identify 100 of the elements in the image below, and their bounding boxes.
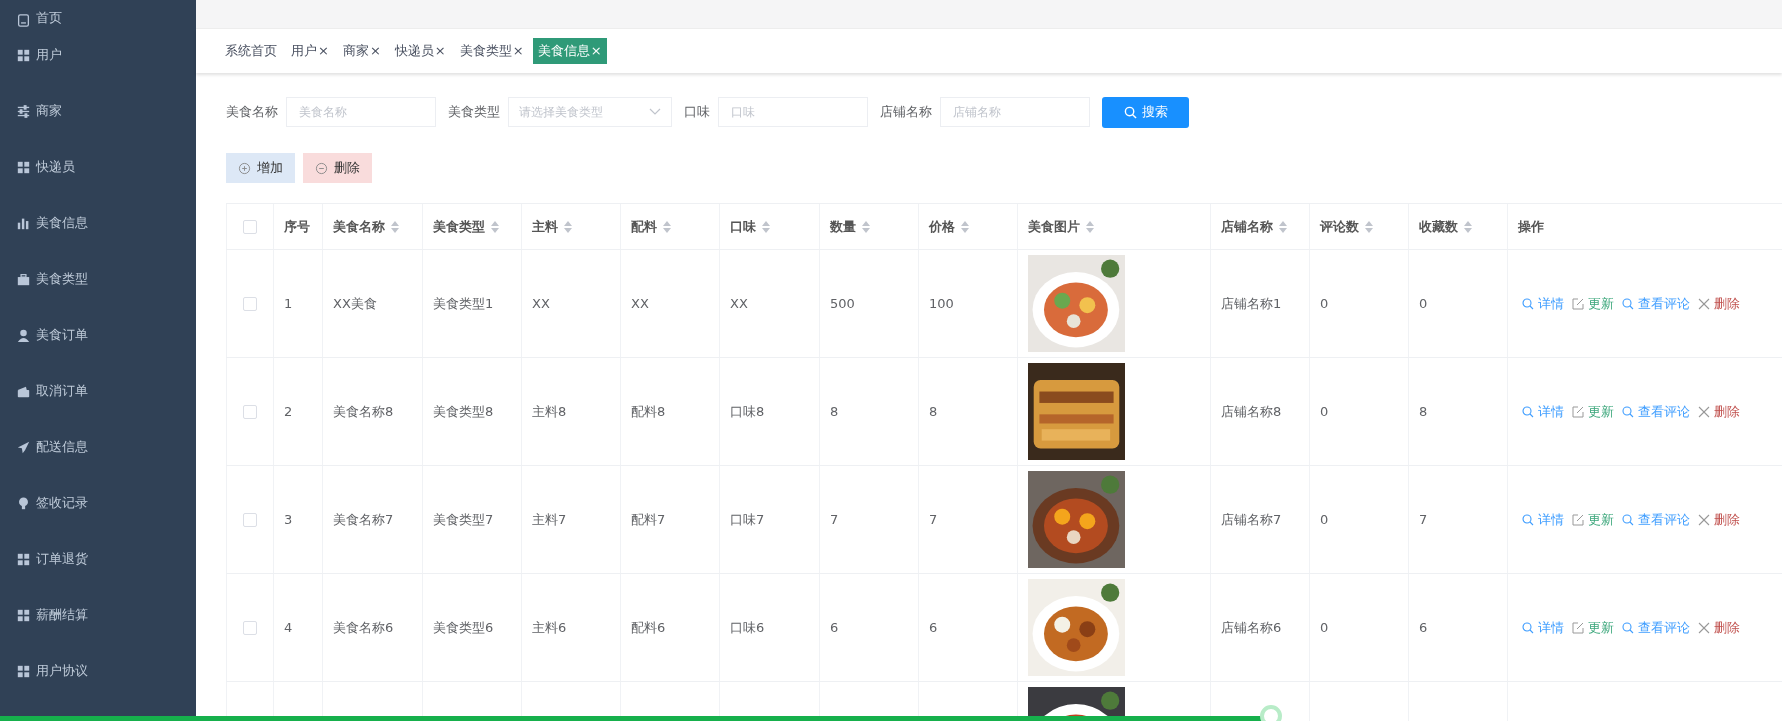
sidebar-item[interactable]: 商家 xyxy=(0,83,196,139)
close-icon[interactable]: × xyxy=(512,43,524,58)
progress-handle[interactable] xyxy=(1259,705,1282,721)
column-header: 美食类型 xyxy=(433,217,485,236)
sort-icon[interactable] xyxy=(1279,220,1287,233)
add-button[interactable]: 增加 xyxy=(226,153,295,183)
search-field[interactable]: 店铺名称 xyxy=(940,97,1090,127)
checkbox[interactable] xyxy=(243,404,257,419)
sort-icon[interactable] xyxy=(961,220,969,233)
sort-icon[interactable] xyxy=(762,220,770,233)
column-header: 配料 xyxy=(631,217,657,236)
table-cell: 店铺名称6 xyxy=(1221,618,1282,637)
sidebar-item[interactable]: 首页 xyxy=(0,0,196,27)
sort-icon[interactable] xyxy=(862,220,870,233)
sidebar-label: 用户 xyxy=(36,46,62,64)
sidebar-item[interactable]: 配送信息 xyxy=(0,419,196,475)
table-cell: 配料6 xyxy=(631,618,666,637)
sidebar-item[interactable]: 美食类型 xyxy=(0,251,196,307)
checkbox[interactable] xyxy=(243,512,257,527)
search-icon xyxy=(1522,405,1534,418)
sidebar-item[interactable]: 用户协议 xyxy=(0,643,196,699)
table-cell: 配料7 xyxy=(631,510,666,529)
paper-plane-icon xyxy=(17,440,30,454)
chevron-down-icon xyxy=(649,108,661,116)
tab[interactable]: 美食信息× xyxy=(532,38,607,64)
delete-link[interactable]: 删除 xyxy=(1698,618,1740,637)
sidebar-item[interactable]: 美食信息 xyxy=(0,195,196,251)
sort-icon[interactable] xyxy=(1365,220,1373,233)
table-cell: 口味6 xyxy=(730,618,765,637)
wallet-icon xyxy=(17,384,30,398)
tab[interactable]: 美食类型× xyxy=(454,38,529,64)
tab[interactable]: 用户× xyxy=(286,38,334,64)
tab[interactable]: 系统首页 xyxy=(220,38,282,64)
close-icon[interactable]: × xyxy=(318,43,329,58)
sidebar-label: 美食类型 xyxy=(36,270,88,288)
close-icon[interactable]: × xyxy=(369,43,381,58)
search-icon xyxy=(1522,513,1534,526)
person-icon xyxy=(17,328,30,342)
tab[interactable]: 商家× xyxy=(337,38,386,64)
table-cell: 美食名称7 xyxy=(333,510,394,529)
sort-icon[interactable] xyxy=(1086,220,1094,233)
sidebar-label: 快递员 xyxy=(36,158,75,176)
column-header: 口味 xyxy=(730,217,756,236)
table-cell: 美食名称8 xyxy=(333,402,394,421)
sidebar-label: 用户协议 xyxy=(36,662,88,680)
sidebar-item[interactable]: 订单退货 xyxy=(0,531,196,587)
checkbox[interactable] xyxy=(243,296,257,311)
search-field[interactable]: 美食名称 xyxy=(286,97,436,127)
table-cell: 美食名称6 xyxy=(333,618,394,637)
table-cell: 店铺名称8 xyxy=(1221,402,1282,421)
table-cell: 8 xyxy=(929,404,938,419)
delete-link[interactable]: 删除 xyxy=(1698,402,1740,421)
sort-icon[interactable] xyxy=(1464,220,1472,233)
sort-icon[interactable] xyxy=(564,220,572,233)
table-cell: 6 xyxy=(830,620,839,635)
close-icon[interactable]: × xyxy=(434,43,446,58)
close-icon[interactable]: × xyxy=(590,43,602,58)
table-cell: 6 xyxy=(929,620,938,635)
delete-button[interactable]: 删除 xyxy=(303,153,372,183)
table-cell: 店铺名称7 xyxy=(1221,510,1282,529)
checkbox[interactable] xyxy=(243,620,257,635)
delete-link[interactable]: 删除 xyxy=(1698,510,1740,529)
tab[interactable]: 快递员× xyxy=(389,38,451,64)
search-field[interactable]: 口味 xyxy=(718,97,868,127)
edit-icon xyxy=(1572,405,1584,418)
checkbox[interactable] xyxy=(243,219,257,234)
sidebar-item[interactable]: 薪酬结算 xyxy=(0,587,196,643)
table-cell: 口味7 xyxy=(730,510,765,529)
table-cell: 7 xyxy=(1419,512,1428,527)
table-cell: 店铺名称1 xyxy=(1221,294,1282,313)
table-cell: 美食类型7 xyxy=(433,510,494,529)
table-cell: XX美食 xyxy=(333,294,377,313)
table-cell: 500 xyxy=(830,296,855,311)
delete-link[interactable]: 删除 xyxy=(1698,294,1740,313)
sort-icon[interactable] xyxy=(663,220,671,233)
field-label: 店铺名称 xyxy=(880,103,932,121)
table-cell: 配料8 xyxy=(631,402,666,421)
search-icon xyxy=(1622,297,1634,310)
sidebar-item[interactable]: 签收记录 xyxy=(0,475,196,531)
plus-circle-icon xyxy=(238,161,251,175)
table-cell: 8 xyxy=(1419,404,1428,419)
sort-icon[interactable] xyxy=(391,220,399,233)
sidebar-item[interactable]: 用户 xyxy=(0,27,196,83)
grid-icon xyxy=(17,160,30,174)
column-header: 店铺名称 xyxy=(1221,217,1273,236)
edit-icon xyxy=(1572,513,1584,526)
table-cell: XX xyxy=(532,296,550,311)
sidebar-item[interactable]: 取消订单 xyxy=(0,363,196,419)
edit-icon xyxy=(1572,297,1584,310)
sidebar-label: 薪酬结算 xyxy=(36,606,88,624)
sidebar-item[interactable]: 美食订单 xyxy=(0,307,196,363)
table-cell: 主料7 xyxy=(532,510,567,529)
table-cell: 美食类型8 xyxy=(433,402,494,421)
sidebar-item[interactable]: 快递员 xyxy=(0,139,196,195)
sort-icon[interactable] xyxy=(491,220,499,233)
sidebar-label: 美食信息 xyxy=(36,214,88,232)
close-icon xyxy=(1698,513,1710,526)
sliders-icon xyxy=(17,104,30,118)
tablet-icon xyxy=(17,14,30,27)
table-cell: 美食类型1 xyxy=(433,294,494,313)
